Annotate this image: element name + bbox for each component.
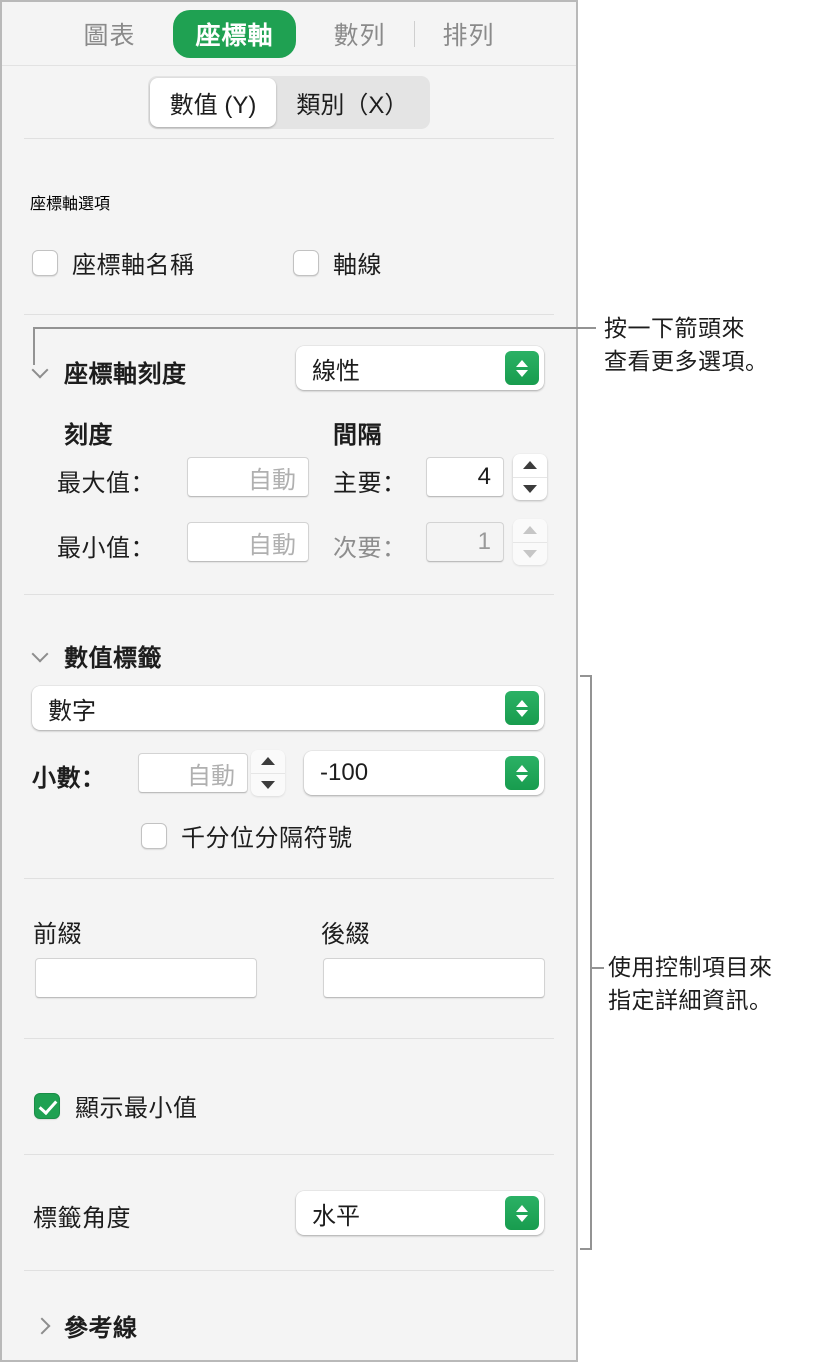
tab-series[interactable]: 數列 bbox=[312, 10, 408, 58]
callout-1-leader-horizontal bbox=[33, 327, 596, 329]
number-format-popup[interactable]: 數字 bbox=[32, 686, 544, 730]
axis-scale-title: 座標軸刻度 bbox=[64, 361, 187, 388]
checkbox-axis-line[interactable] bbox=[293, 249, 319, 276]
label-angle-label: 標籤角度 bbox=[33, 1205, 131, 1232]
divider-above-axis-scale bbox=[24, 314, 554, 315]
divider-above-show-min bbox=[24, 1038, 554, 1039]
number-format-value: 數字 bbox=[48, 697, 96, 725]
tab-arrange[interactable]: 排列 bbox=[421, 10, 517, 58]
min-value-input[interactable]: 自動 bbox=[187, 522, 309, 562]
divider-above-prefix bbox=[24, 878, 554, 879]
checkbox-axis-line-label: 軸線 bbox=[333, 252, 382, 279]
checkbox-show-min-value[interactable] bbox=[34, 1092, 60, 1119]
tab-axis[interactable]: 座標軸 bbox=[173, 9, 296, 58]
minor-interval-stepper bbox=[513, 519, 547, 565]
popup-arrows-icon-angle[interactable] bbox=[505, 1196, 539, 1230]
divider-above-value-labels bbox=[24, 594, 554, 595]
axis-segmented-control-row: 數值 (Y) 類別（X） bbox=[2, 66, 576, 138]
axis-scale-type-popup[interactable]: 線性 bbox=[296, 346, 544, 390]
checkbox-thousands-label: 千分位分隔符號 bbox=[181, 825, 353, 852]
decimals-input[interactable]: 自動 bbox=[138, 753, 248, 793]
popup-arrows-icon[interactable] bbox=[505, 351, 539, 385]
tab-chart[interactable]: 圖表 bbox=[61, 10, 157, 58]
suffix-input[interactable] bbox=[323, 958, 545, 998]
tab-separator bbox=[413, 20, 415, 47]
minor-interval-input: 1 bbox=[426, 522, 504, 562]
callout-1-leader-vertical bbox=[33, 327, 35, 365]
divider-above-label-angle bbox=[24, 1154, 554, 1155]
callout-2-bracket-vertical bbox=[590, 675, 592, 1250]
callout-2-text: 使用控制項目來 指定詳細資訊。 bbox=[608, 954, 773, 1013]
interval-column-header: 間隔 bbox=[333, 422, 382, 449]
callout-2-leader-pointer bbox=[590, 967, 604, 969]
axis-scale-type-value: 線性 bbox=[312, 357, 360, 385]
segment-category-x[interactable]: 類別（X） bbox=[276, 78, 428, 127]
axis-options-title: 座標軸選項 bbox=[30, 196, 111, 213]
negative-number-style-value: -100 bbox=[320, 759, 369, 786]
value-labels-title: 數值標籤 bbox=[64, 645, 162, 672]
checkbox-axis-name-row[interactable]: 座標軸名稱 bbox=[32, 245, 195, 280]
callout-1-text: 按一下箭頭來 查看更多選項。 bbox=[604, 315, 769, 374]
label-angle-popup[interactable]: 水平 bbox=[296, 1191, 544, 1235]
label-angle-value: 水平 bbox=[312, 1202, 360, 1230]
prefix-input[interactable] bbox=[35, 958, 257, 998]
checkbox-axis-name-label: 座標軸名稱 bbox=[72, 252, 195, 279]
callout-2-bracket-bottom-tick bbox=[580, 1248, 592, 1250]
decimals-stepper[interactable] bbox=[251, 750, 285, 796]
scale-column-header: 刻度 bbox=[64, 422, 113, 449]
checkbox-axis-name[interactable] bbox=[32, 249, 58, 276]
max-label: 最大值： bbox=[57, 470, 155, 497]
checkbox-show-min-label: 顯示最小值 bbox=[75, 1095, 198, 1122]
segment-value-y[interactable]: 數值 (Y) bbox=[149, 77, 277, 127]
axis-segmented-control[interactable]: 數值 (Y) 類別（X） bbox=[147, 75, 431, 129]
inspector-tab-bar: 圖表 座標軸 數列 排列 bbox=[2, 2, 576, 66]
axis-scale-header[interactable]: 座標軸刻度 bbox=[28, 354, 187, 389]
chevron-down-icon[interactable] bbox=[28, 359, 54, 385]
suffix-label: 後綴 bbox=[321, 921, 370, 948]
chevron-down-icon-value-labels[interactable] bbox=[28, 643, 54, 669]
minor-label: 次要： bbox=[333, 535, 407, 562]
max-value-input[interactable]: 自動 bbox=[187, 457, 309, 497]
negative-number-style-popup[interactable]: -100 bbox=[304, 751, 544, 795]
checkbox-show-min-row[interactable]: 顯示最小值 bbox=[34, 1088, 198, 1123]
divider-below-segmented bbox=[24, 138, 554, 139]
min-label: 最小值： bbox=[57, 535, 155, 562]
decimals-label: 小數： bbox=[32, 765, 106, 792]
reference-lines-title: 參考線 bbox=[64, 1315, 138, 1342]
callout-2-bracket-top-tick bbox=[580, 675, 592, 677]
chart-axis-inspector-panel: 圖表 座標軸 數列 排列 數值 (Y) 類別（X） 座標軸選項 座標軸名稱 軸線… bbox=[0, 0, 578, 1362]
checkbox-thousands-separator[interactable] bbox=[141, 822, 167, 849]
popup-arrows-icon-format[interactable] bbox=[505, 691, 539, 725]
chevron-right-icon[interactable] bbox=[28, 1313, 54, 1339]
reference-lines-header[interactable]: 參考線 bbox=[28, 1308, 138, 1343]
checkbox-thousands-row[interactable]: 千分位分隔符號 bbox=[141, 818, 353, 853]
checkbox-axis-line-row[interactable]: 軸線 bbox=[293, 245, 382, 280]
major-label: 主要： bbox=[333, 470, 407, 497]
prefix-label: 前綴 bbox=[33, 921, 82, 948]
major-interval-input[interactable]: 4 bbox=[426, 457, 504, 497]
popup-arrows-icon-negative[interactable] bbox=[505, 756, 539, 790]
major-interval-stepper[interactable] bbox=[513, 454, 547, 500]
divider-above-reference-lines bbox=[24, 1270, 554, 1271]
value-labels-header[interactable]: 數值標籤 bbox=[28, 638, 162, 673]
